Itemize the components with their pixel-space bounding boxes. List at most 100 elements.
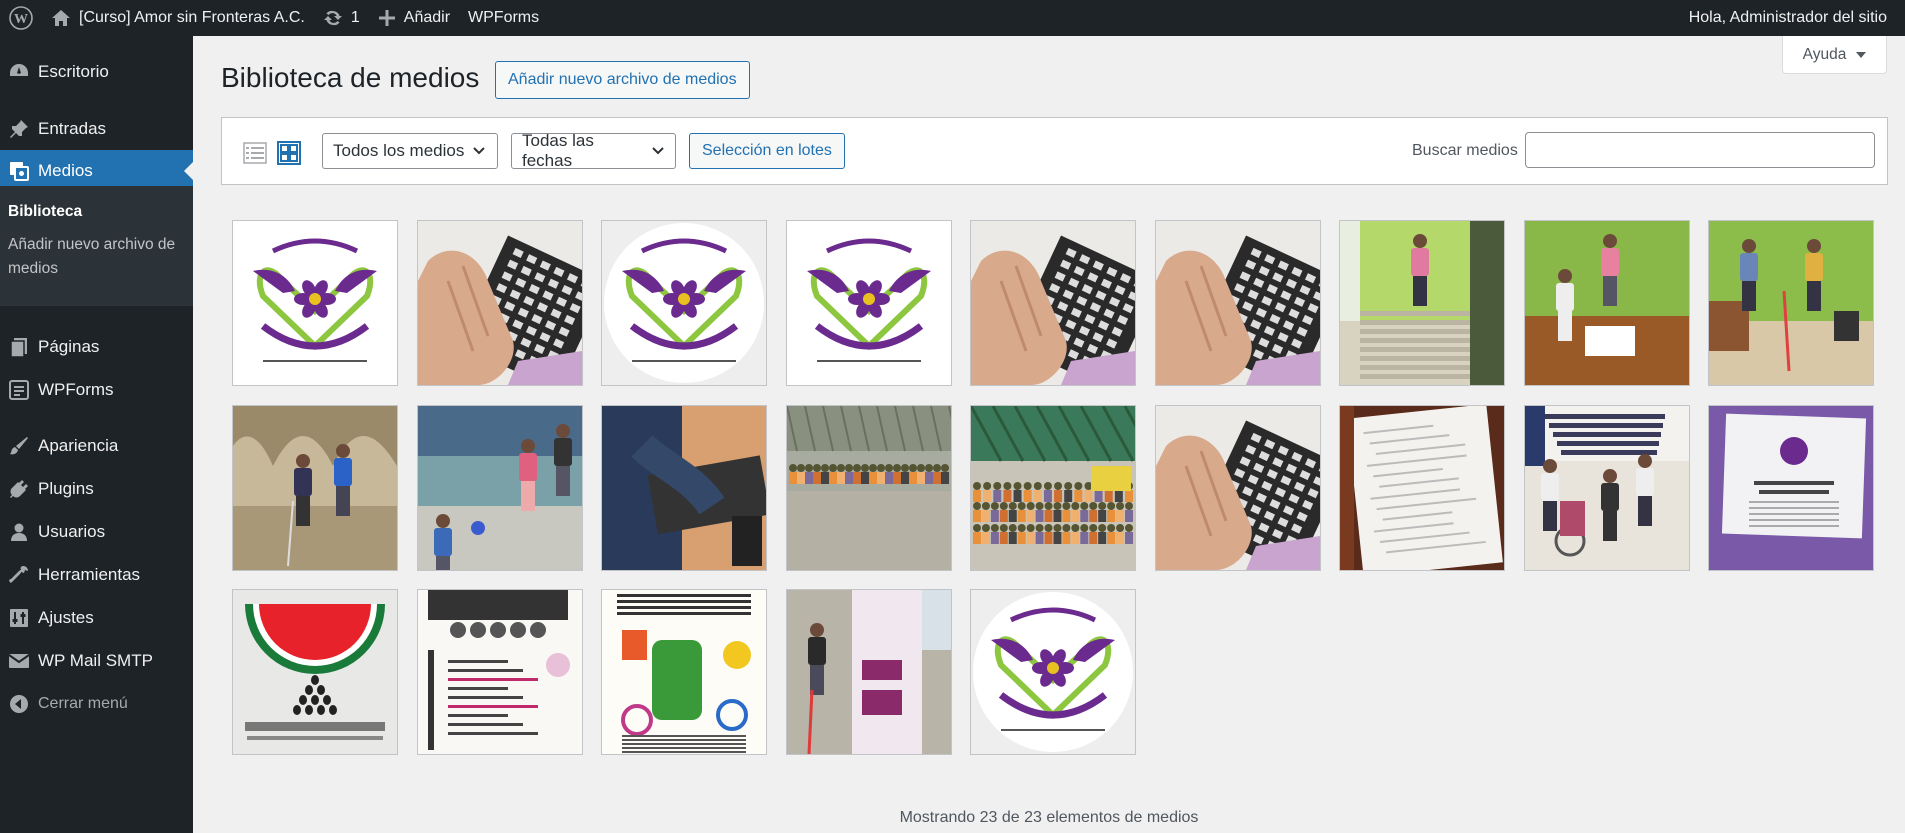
- sidebar-item-escritorio[interactable]: Escritorio: [0, 51, 193, 93]
- media-thumbnail[interactable]: [1339, 220, 1505, 386]
- media-thumbnail[interactable]: [1523, 404, 1690, 571]
- add-new-media-button[interactable]: Añadir nuevo archivo de medios: [495, 61, 750, 99]
- sidebar-item-ajustes[interactable]: Ajustes: [0, 597, 193, 639]
- wpforms-icon: [0, 379, 38, 401]
- sidebar-item-usuarios[interactable]: Usuarios: [0, 511, 193, 553]
- media-thumbnail[interactable]: [785, 220, 952, 386]
- sidebar-item-wp-mail-smtp[interactable]: WP Mail SMTP: [0, 640, 193, 682]
- media-type-value: Todos los medios: [333, 141, 465, 160]
- media-thumbnail[interactable]: [416, 589, 583, 755]
- media-thumbnail[interactable]: [1523, 220, 1690, 386]
- help-tab-button[interactable]: Ayuda: [1782, 36, 1887, 74]
- media-thumbnail-image: [233, 221, 397, 385]
- wpforms-adminbar-label: WPForms: [468, 9, 540, 26]
- media-thumbnail[interactable]: [416, 404, 583, 571]
- media-thumbnail-image: [1155, 405, 1320, 570]
- media-thumbnail-image: [1709, 405, 1873, 570]
- media-thumbnail-image: [971, 405, 1135, 570]
- new-content-label: Añadir: [403, 9, 451, 26]
- grid-view-icon[interactable]: [276, 140, 302, 166]
- media-thumbnail-image: [1524, 405, 1689, 570]
- media-thumbnail[interactable]: [601, 589, 767, 755]
- site-name-link[interactable]: [Curso] Amor sin Fronteras A.C.: [42, 0, 314, 36]
- sidebar-item-label: Apariencia: [38, 436, 119, 455]
- pin-icon: [0, 118, 38, 140]
- new-content-link[interactable]: Añadir: [369, 0, 459, 36]
- media-type-filter[interactable]: Todos los medios: [322, 133, 498, 169]
- media-thumbnail[interactable]: [970, 404, 1136, 571]
- media-thumbnail[interactable]: [1708, 404, 1874, 571]
- media-thumbnail[interactable]: [970, 220, 1136, 386]
- wpforms-adminbar-link[interactable]: WPForms: [459, 0, 548, 36]
- list-view-icon[interactable]: [242, 140, 268, 166]
- media-thumbnail-image: [602, 590, 766, 754]
- mail-icon: [0, 650, 38, 672]
- bulk-select-button[interactable]: Selección en lotes: [689, 133, 845, 169]
- sidebar-item-herramientas[interactable]: Herramientas: [0, 554, 193, 596]
- collapse-icon: [0, 694, 38, 714]
- media-thumbnail-image: [1709, 221, 1873, 385]
- submenu-biblioteca[interactable]: Biblioteca: [0, 200, 193, 224]
- chevron-down-icon: [651, 141, 665, 161]
- media-thumbnail[interactable]: [1154, 404, 1321, 571]
- sidebar-item-label: WPForms: [38, 380, 114, 399]
- media-thumbnail[interactable]: [232, 404, 398, 571]
- plus-icon: [378, 9, 396, 27]
- wrench-icon: [0, 564, 38, 586]
- sidebar-item-plugins[interactable]: Plugins: [0, 468, 193, 510]
- sidebar-item-label: WP Mail SMTP: [38, 651, 153, 670]
- sidebar-item-apariencia[interactable]: Apariencia: [0, 425, 193, 467]
- media-icon: [0, 160, 38, 182]
- media-thumbnail-image: [1340, 405, 1504, 570]
- media-thumbnail-image: [233, 590, 397, 754]
- updates-count: 1: [350, 9, 360, 26]
- media-thumbnail[interactable]: [601, 220, 767, 386]
- pages-icon: [0, 336, 38, 358]
- site-name: [Curso] Amor sin Fronteras A.C.: [79, 9, 305, 26]
- home-icon: [51, 8, 71, 28]
- sidebar-item-wpforms[interactable]: WPForms: [0, 369, 193, 411]
- media-thumbnail-image: [417, 405, 582, 570]
- media-thumbnail[interactable]: [232, 220, 398, 386]
- brush-icon: [0, 435, 38, 457]
- media-thumbnail-image: [971, 590, 1135, 754]
- media-thumbnail[interactable]: [785, 404, 952, 571]
- media-thumbnail[interactable]: [601, 404, 767, 571]
- media-thumbnail-image: [233, 405, 397, 570]
- sidebar-item-paginas[interactable]: Páginas: [0, 326, 193, 368]
- sidebar-item-label: Entradas: [38, 119, 107, 138]
- account-greeting[interactable]: Hola, Administrador del sitio: [1680, 0, 1905, 36]
- media-thumbnail[interactable]: [785, 589, 952, 755]
- sidebar-item-label: Usuarios: [38, 522, 106, 541]
- media-thumbnail[interactable]: [970, 589, 1136, 755]
- media-submenu: Biblioteca Añadir nuevo archivo de medio…: [0, 186, 193, 306]
- caret-down-icon: [1856, 51, 1867, 58]
- media-thumbnail[interactable]: [1154, 220, 1321, 386]
- collapse-menu-button[interactable]: Cerrar menú: [0, 683, 193, 725]
- dashboard-icon: [0, 61, 38, 83]
- admin-bar: W [Curso] Amor sin Fronteras A.C. 1 Añad…: [0, 0, 1905, 36]
- date-filter[interactable]: Todas las fechas: [511, 131, 676, 170]
- greeting-text: Hola, Administrador del sitio: [1688, 9, 1887, 26]
- submenu-add-new-media[interactable]: Añadir nuevo archivo de medios: [0, 233, 193, 281]
- media-thumbnail[interactable]: [1708, 220, 1874, 386]
- media-thumbnail[interactable]: [232, 589, 398, 755]
- media-thumbnail-image: [1155, 221, 1320, 385]
- sidebar-item-entradas[interactable]: Entradas: [0, 108, 193, 150]
- media-thumbnail-image: [786, 221, 951, 385]
- chevron-down-icon: [472, 141, 486, 161]
- search-input[interactable]: [1525, 132, 1875, 168]
- sidebar-item-label: Plugins: [38, 479, 94, 498]
- help-tab-label: Ayuda: [1802, 45, 1847, 63]
- media-thumbnail[interactable]: [416, 220, 583, 386]
- media-thumbnail[interactable]: [1339, 404, 1505, 571]
- sidebar-item-label: Escritorio: [38, 62, 109, 81]
- wordpress-logo-icon[interactable]: W: [0, 0, 42, 36]
- media-thumbnail-image: [417, 590, 582, 754]
- media-thumbnail-image: [1340, 221, 1504, 385]
- media-thumbnail-image: [971, 221, 1135, 385]
- users-icon: [0, 521, 38, 543]
- media-thumbnail-image: [786, 405, 951, 570]
- updates-link[interactable]: 1: [314, 0, 369, 36]
- sidebar-item-label: Páginas: [38, 337, 100, 356]
